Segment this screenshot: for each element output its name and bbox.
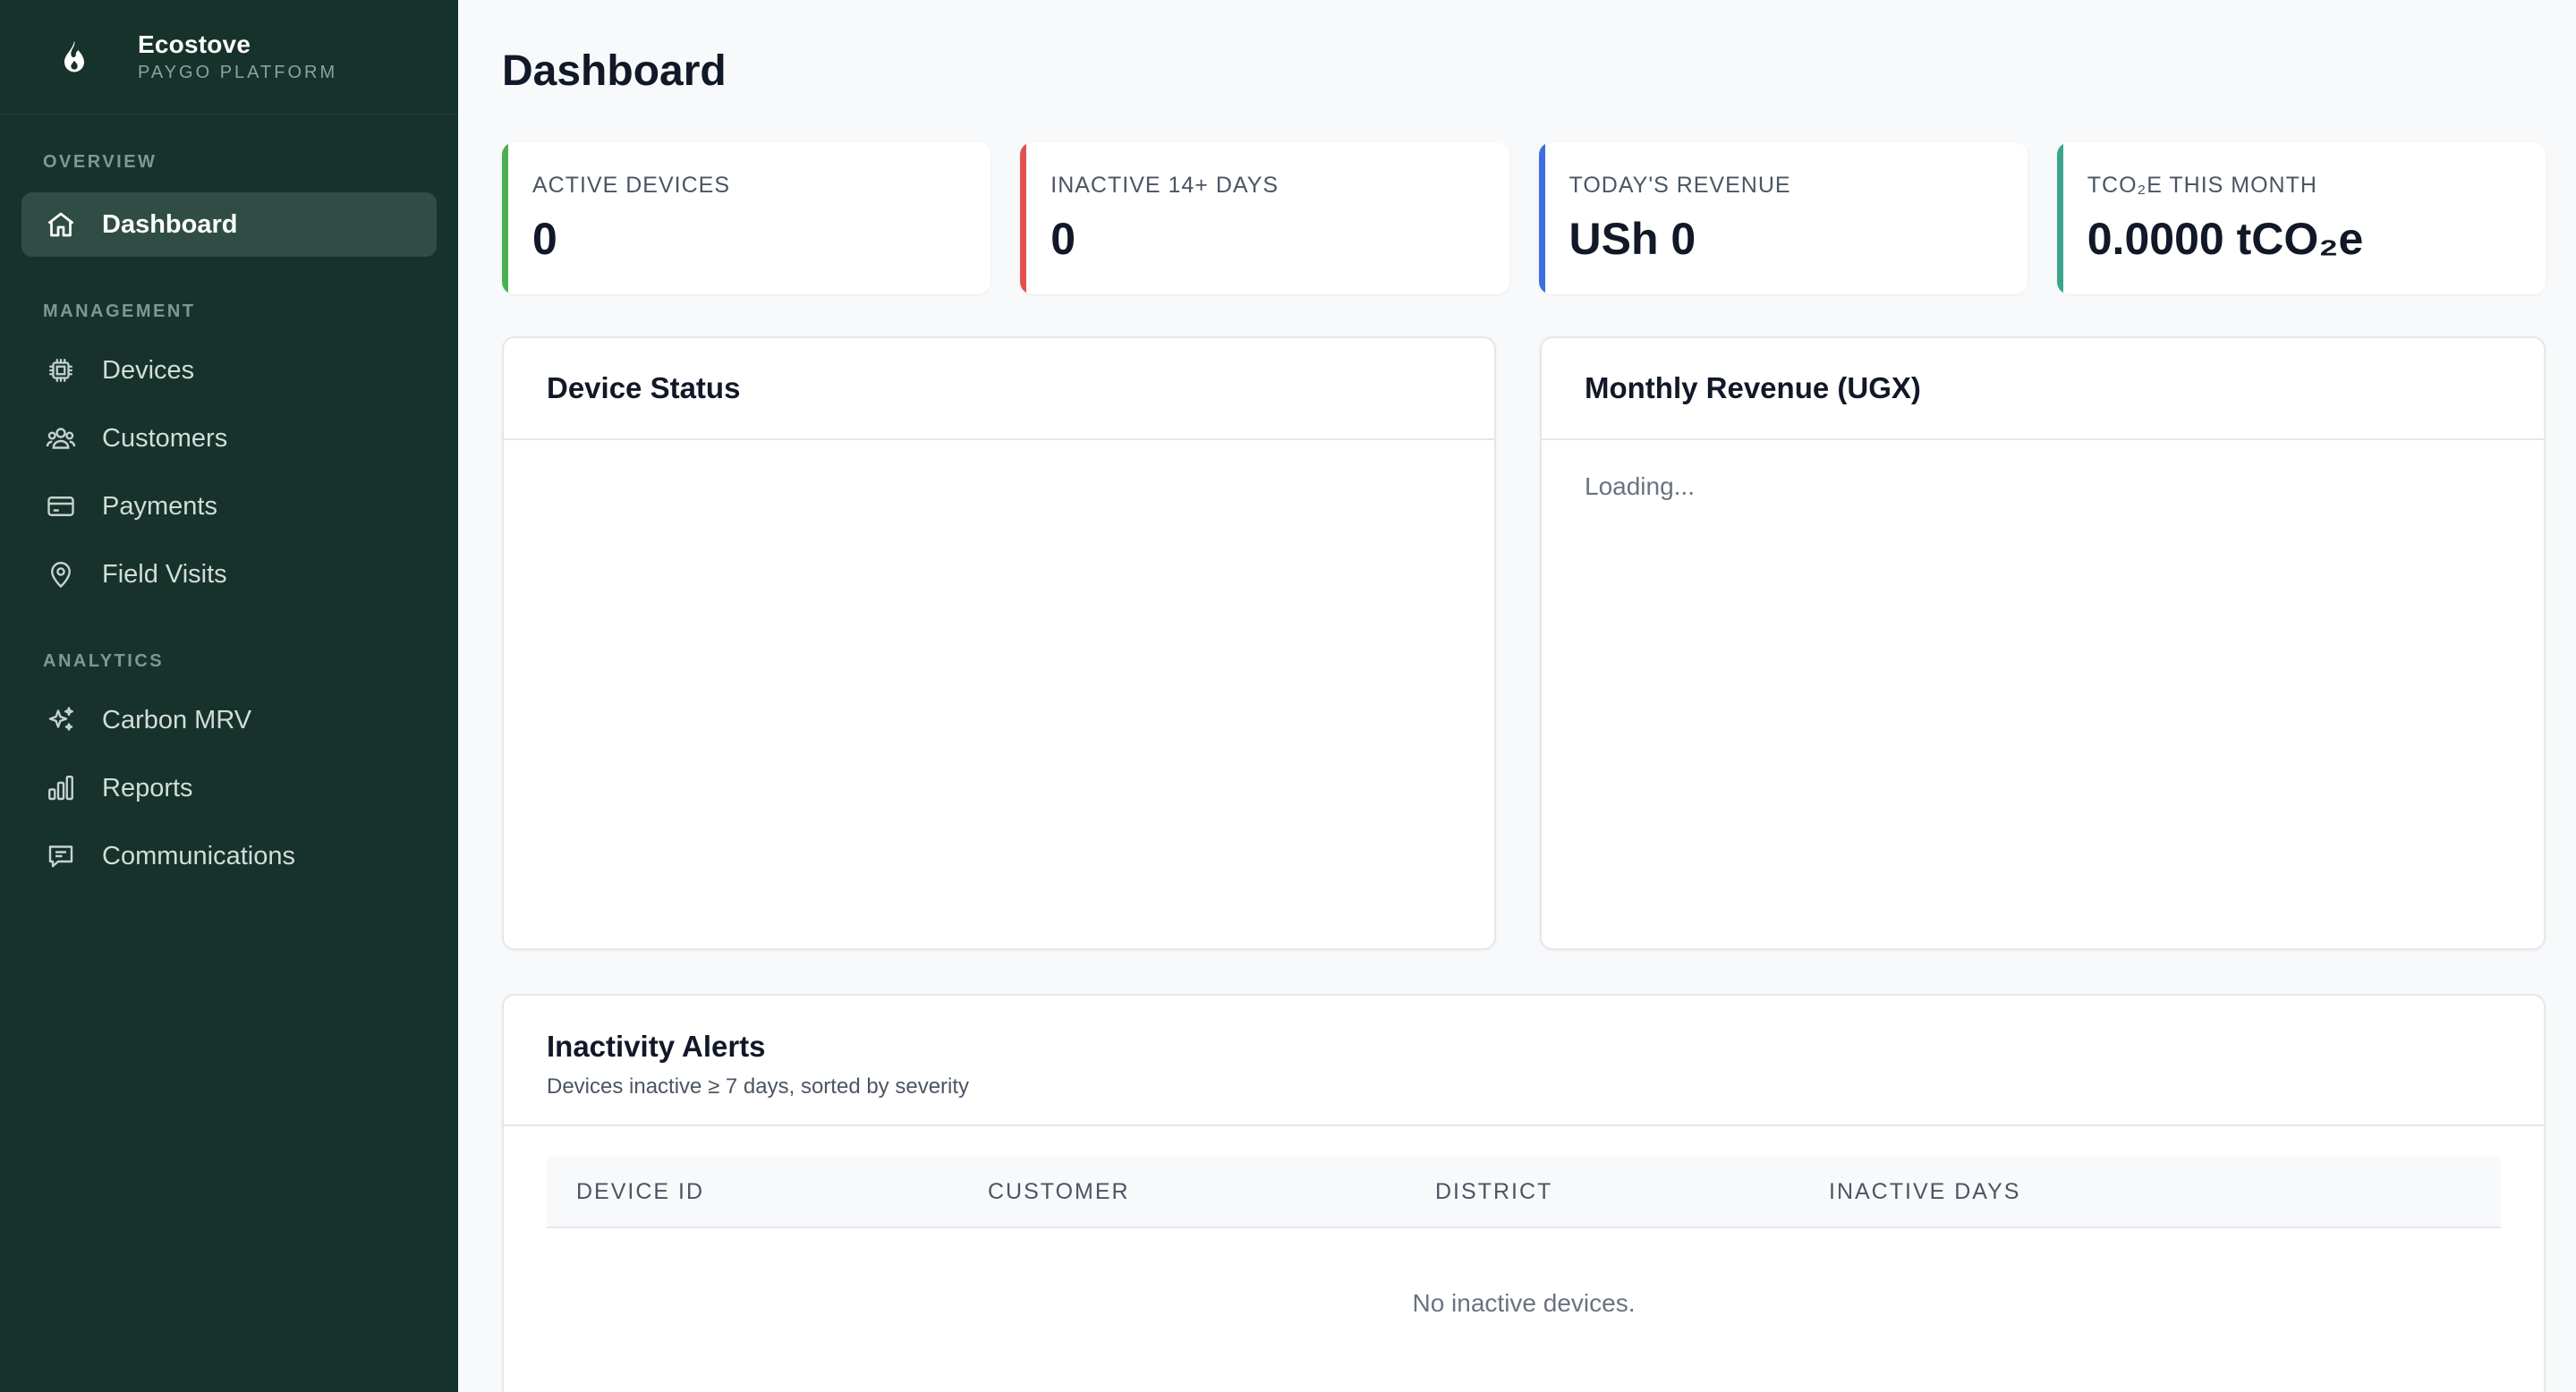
sidebar-item-reports[interactable]: Reports [21, 756, 437, 820]
sidebar-item-dashboard[interactable]: Dashboard [21, 192, 437, 257]
flame-icon [54, 37, 95, 78]
column-header-customer[interactable]: CUSTOMER [958, 1179, 1406, 1205]
section-label-analytics: ANALYTICS [43, 651, 165, 671]
stat-label: TODAY'S REVENUE [1569, 173, 1791, 198]
sidebar-item-label: Field Visits [102, 559, 227, 589]
stats-row: ACTIVE DEVICES 0 INACTIVE 14+ DAYS 0 TOD… [502, 142, 2546, 294]
brand[interactable]: Ecostove PAYGO PLATFORM [0, 0, 458, 115]
bar-chart-icon [43, 770, 79, 806]
map-pin-icon [43, 556, 79, 592]
stat-value: 0.0000 tCO₂e [2087, 214, 2364, 264]
table-header: DEVICE ID CUSTOMER DISTRICT INACTIVE DAY… [547, 1157, 2501, 1228]
stat-card-todays-revenue: TODAY'S REVENUE USh 0 [1538, 142, 2028, 294]
message-icon [43, 838, 79, 874]
sidebar-item-label: Reports [102, 773, 193, 802]
stat-value: USh 0 [1569, 214, 1696, 264]
sparkles-icon [43, 702, 79, 738]
device-status-chart-area [504, 440, 1494, 505]
stat-value: 0 [532, 214, 557, 264]
stat-label: TCO₂E THIS MONTH [2087, 173, 2317, 198]
panel-title: Device Status [547, 371, 741, 404]
monthly-revenue-panel: Monthly Revenue (UGX) Loading... [1540, 336, 2546, 950]
stat-card-carbon-this-month: TCO₂E THIS MONTH 0.0000 tCO₂e [2056, 142, 2546, 294]
column-header-inactive-days[interactable]: INACTIVE DAYS [1799, 1179, 2020, 1205]
column-header-device-id[interactable]: DEVICE ID [547, 1179, 958, 1205]
panel-subtitle: Devices inactive ≥ 7 days, sorted by sev… [547, 1074, 970, 1099]
inactivity-alerts-panel: Inactivity Alerts Devices inactive ≥ 7 d… [502, 994, 2546, 1392]
sidebar-item-label: Carbon MRV [102, 705, 252, 734]
stat-card-inactive-devices: INACTIVE 14+ DAYS 0 [1020, 142, 1509, 294]
sidebar-item-carbon-mrv[interactable]: Carbon MRV [21, 688, 437, 752]
device-status-panel: Device Status [502, 336, 1496, 950]
brand-subtitle: PAYGO PLATFORM [138, 63, 338, 82]
stat-label: ACTIVE DEVICES [532, 173, 730, 198]
empty-state-text: No inactive devices. [1412, 1289, 1636, 1317]
section-label-management: MANAGEMENT [43, 301, 196, 321]
chip-icon [43, 352, 79, 388]
sidebar-item-label: Dashboard [102, 209, 238, 239]
sidebar-nav: OVERVIEW Dashboard MANAGEMENT Devices Cu… [0, 115, 458, 888]
sidebar: Ecostove PAYGO PLATFORM OVERVIEW Dashboa… [0, 0, 458, 1392]
users-icon [43, 420, 79, 456]
sidebar-item-label: Payments [102, 491, 217, 521]
column-header-district[interactable]: DISTRICT [1406, 1179, 1799, 1205]
sidebar-item-payments[interactable]: Payments [21, 474, 437, 539]
stat-value: 0 [1050, 214, 1076, 264]
sidebar-item-label: Customers [102, 423, 228, 453]
sidebar-item-customers[interactable]: Customers [21, 406, 437, 471]
alerts-table: DEVICE ID CUSTOMER DISTRICT INACTIVE DAY… [547, 1157, 2501, 1318]
sidebar-item-label: Devices [102, 355, 195, 385]
section-label-overview: OVERVIEW [43, 152, 157, 172]
app-root: Ecostove PAYGO PLATFORM OVERVIEW Dashboa… [0, 0, 2576, 1392]
sidebar-item-devices[interactable]: Devices [21, 338, 437, 403]
sidebar-item-communications[interactable]: Communications [21, 824, 437, 888]
sidebar-item-label: Communications [102, 841, 295, 870]
brand-name: Ecostove [138, 30, 251, 58]
stat-card-active-devices: ACTIVE DEVICES 0 [502, 142, 991, 294]
loading-text: Loading... [1585, 472, 1695, 500]
credit-card-icon [43, 488, 79, 524]
page-title: Dashboard [502, 47, 727, 95]
sidebar-item-field-visits[interactable]: Field Visits [21, 542, 437, 607]
panel-title: Monthly Revenue (UGX) [1585, 371, 1921, 404]
main-content: Dashboard ACTIVE DEVICES 0 INACTIVE 14+ … [458, 0, 2576, 1392]
home-icon [43, 207, 79, 242]
panel-title: Inactivity Alerts [547, 1030, 766, 1063]
stat-label: INACTIVE 14+ DAYS [1050, 173, 1279, 198]
